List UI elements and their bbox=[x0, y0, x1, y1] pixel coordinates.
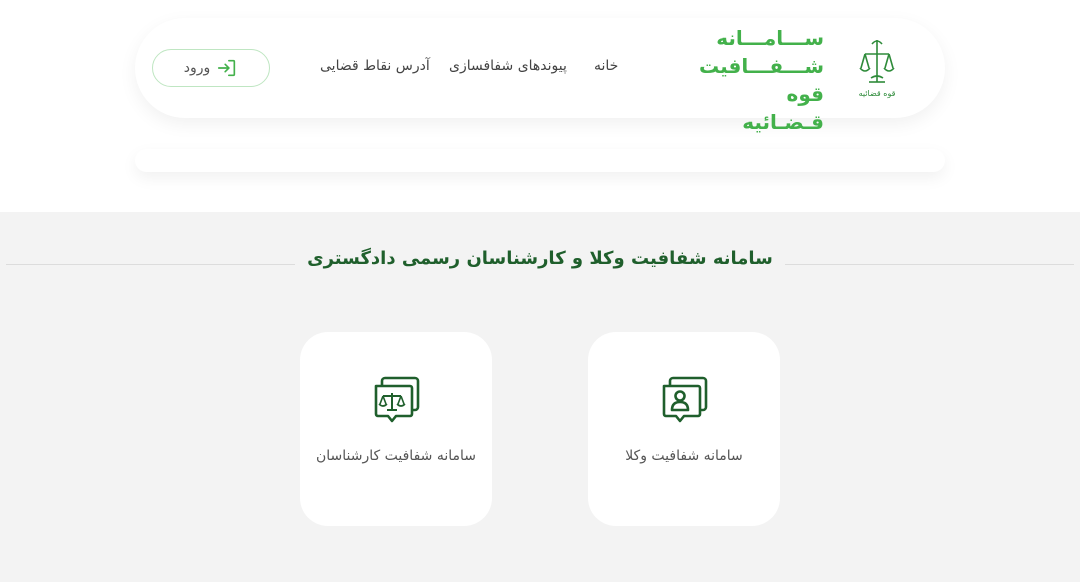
section-title-wrap: سامانه شفافیت وکلا و کارشناسان رسمی دادگ… bbox=[0, 248, 1080, 269]
experts-transparency-card[interactable]: سامانه شفافیت کارشناسان bbox=[300, 332, 492, 526]
nav-transparency-links[interactable]: پیوندهای شفافسازی bbox=[449, 58, 567, 74]
lawyer-profile-icon bbox=[658, 374, 710, 426]
logo-line-3: قوه قـضـائیه bbox=[742, 82, 824, 134]
lawyers-card-label: سامانه شفافیت وکلا bbox=[625, 448, 743, 464]
emblem-caption: قوه قضائیه bbox=[859, 89, 896, 98]
nav-home[interactable]: خانه bbox=[594, 58, 618, 74]
page-title: سامانه شفافیت وکلا و کارشناسان رسمی دادگ… bbox=[295, 248, 785, 269]
lawyers-transparency-card[interactable]: سامانه شفافیت وکلا bbox=[588, 332, 780, 526]
site-logo-text[interactable]: ســـامـــانه شـــفـــافیت قوه قـضـائیه bbox=[698, 24, 824, 136]
judiciary-emblem-icon[interactable]: قوه قضائیه bbox=[857, 36, 897, 100]
top-area: قوه قضائیه ســـامـــانه شـــفـــافیت قوه… bbox=[0, 0, 1080, 212]
logo-line-2: شـــفـــافیت bbox=[698, 54, 824, 78]
secondary-bar bbox=[135, 149, 945, 172]
login-button[interactable]: ورود bbox=[152, 49, 270, 87]
login-icon bbox=[218, 59, 236, 77]
scales-of-justice-icon bbox=[370, 374, 422, 426]
header-bar: قوه قضائیه ســـامـــانه شـــفـــافیت قوه… bbox=[135, 18, 945, 134]
login-label: ورود bbox=[183, 60, 211, 76]
nav-judicial-addresses[interactable]: آدرس نقاط قضایی bbox=[320, 58, 430, 74]
logo-line-1: ســـامـــانه bbox=[716, 26, 824, 50]
main-section: سامانه شفافیت وکلا و کارشناسان رسمی دادگ… bbox=[0, 212, 1080, 582]
experts-card-label: سامانه شفافیت کارشناسان bbox=[316, 448, 476, 464]
